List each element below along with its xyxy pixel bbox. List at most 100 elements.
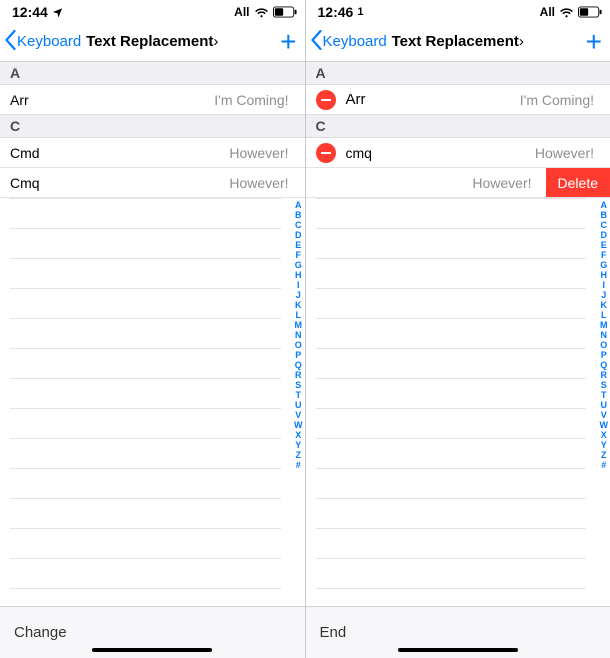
alpha-index-letter[interactable]: B — [600, 210, 609, 220]
phrase-text: However! — [372, 145, 600, 161]
alpha-index[interactable]: ABCDEFGHIJKLMNOPQRSTUVWXYZ# — [600, 200, 609, 470]
alpha-index-letter[interactable]: I — [294, 280, 303, 290]
alpha-index-letter[interactable]: A — [294, 200, 303, 210]
alpha-index-letter[interactable]: I — [600, 280, 609, 290]
section-header-c: C — [306, 115, 610, 138]
back-label: Keyboard — [17, 33, 81, 50]
alpha-index-letter[interactable]: M — [600, 320, 609, 330]
left-pane: 12:44 All Keyboard — [0, 0, 306, 658]
alpha-index-letter[interactable]: O — [294, 340, 303, 350]
list-item[interactable]: Arr I'm Coming! — [0, 85, 305, 115]
alpha-index-letter[interactable]: X — [600, 430, 609, 440]
list-item[interactable]: Cmq However! — [0, 168, 305, 198]
alpha-index[interactable]: ABCDEFGHIJKLMNOPQRSTUVWXYZ# — [294, 200, 303, 470]
alpha-index-letter[interactable]: J — [294, 290, 303, 300]
alpha-index-letter[interactable]: P — [600, 350, 609, 360]
network-label: All — [234, 5, 249, 19]
list-item[interactable]: Arr I'm Coming! — [306, 85, 610, 115]
footer-label[interactable]: Change — [14, 624, 67, 641]
chevron-left-icon — [4, 30, 17, 54]
add-button[interactable]: + — [586, 28, 602, 56]
alpha-index-letter[interactable]: F — [600, 250, 609, 260]
alpha-index-letter[interactable]: C — [600, 220, 609, 230]
alpha-index-letter[interactable]: T — [600, 390, 609, 400]
alpha-index-letter[interactable]: E — [294, 240, 303, 250]
phrase-text: However! — [40, 175, 295, 191]
alpha-index-letter[interactable]: S — [600, 380, 609, 390]
status-left: 12:44 — [12, 4, 63, 20]
alpha-index-letter[interactable]: G — [600, 260, 609, 270]
back-label: Keyboard — [323, 33, 387, 50]
status-time: 12:44 — [12, 4, 48, 20]
shortcut-text: Cmq — [10, 175, 40, 191]
alpha-index-letter[interactable]: P — [294, 350, 303, 360]
status-right: All — [234, 5, 296, 19]
alpha-index-letter[interactable]: H — [600, 270, 609, 280]
alpha-index-letter[interactable]: F — [294, 250, 303, 260]
alpha-index-letter[interactable]: W — [600, 420, 609, 430]
home-indicator[interactable] — [398, 648, 518, 652]
alpha-index-letter[interactable]: U — [294, 400, 303, 410]
alpha-index-letter[interactable]: D — [600, 230, 609, 240]
alpha-index-letter[interactable]: L — [600, 310, 609, 320]
alpha-index-letter[interactable]: K — [294, 300, 303, 310]
phrase-text: I'm Coming! — [29, 92, 295, 108]
footer-label[interactable]: End — [320, 624, 347, 641]
status-time: 12:46 — [318, 4, 354, 20]
alpha-index-letter[interactable]: G — [294, 260, 303, 270]
home-indicator[interactable] — [92, 648, 212, 652]
footer-bar: End — [306, 606, 610, 658]
shortcut-text: Arr — [10, 92, 29, 108]
alpha-index-letter[interactable]: S — [294, 380, 303, 390]
list-item[interactable]: cmq However! — [306, 138, 610, 168]
chevron-left-icon — [310, 30, 323, 54]
alpha-index-letter[interactable]: N — [294, 330, 303, 340]
alpha-index-letter[interactable]: M — [294, 320, 303, 330]
alpha-index-letter[interactable]: R — [294, 370, 303, 380]
status-bar: 12:46 1 All — [306, 0, 610, 22]
alpha-index-letter[interactable]: K — [600, 300, 609, 310]
delete-minus-icon[interactable] — [316, 143, 336, 163]
delete-minus-icon[interactable] — [316, 90, 336, 110]
shortcut-text: Arr — [346, 91, 366, 108]
right-pane: 12:46 1 All Keyboard Text Re — [306, 0, 610, 658]
alpha-index-letter[interactable]: V — [294, 410, 303, 420]
list-item-swiped[interactable]: However! Delete — [306, 168, 610, 198]
empty-list-area — [0, 198, 305, 606]
alpha-index-letter[interactable]: Y — [294, 440, 303, 450]
alpha-index-letter[interactable]: Q — [600, 360, 609, 370]
alpha-index-letter[interactable]: L — [294, 310, 303, 320]
alpha-index-letter[interactable]: J — [600, 290, 609, 300]
alpha-index-letter[interactable]: # — [600, 460, 609, 470]
alpha-index-letter[interactable]: T — [294, 390, 303, 400]
alpha-index-letter[interactable]: N — [600, 330, 609, 340]
alpha-index-letter[interactable]: O — [600, 340, 609, 350]
alpha-index-letter[interactable]: C — [294, 220, 303, 230]
alpha-index-letter[interactable]: Z — [294, 450, 303, 460]
status-indicator: 1 — [357, 6, 363, 18]
battery-icon — [273, 6, 297, 18]
alpha-index-letter[interactable]: E — [600, 240, 609, 250]
location-icon — [52, 7, 63, 18]
add-button[interactable]: + — [280, 28, 296, 56]
alpha-index-letter[interactable]: Q — [294, 360, 303, 370]
alpha-index-letter[interactable]: B — [294, 210, 303, 220]
alpha-index-letter[interactable]: V — [600, 410, 609, 420]
delete-button[interactable]: Delete — [546, 168, 610, 197]
list-item[interactable]: Cmd However! — [0, 138, 305, 168]
alpha-index-letter[interactable]: W — [294, 420, 303, 430]
alpha-index-letter[interactable]: U — [600, 400, 609, 410]
alpha-index-letter[interactable]: X — [294, 430, 303, 440]
back-button[interactable]: Keyboard — [306, 30, 387, 54]
alpha-index-letter[interactable]: Z — [600, 450, 609, 460]
alpha-index-letter[interactable]: H — [294, 270, 303, 280]
network-label: All — [540, 5, 555, 19]
alpha-index-letter[interactable]: D — [294, 230, 303, 240]
alpha-index-letter[interactable]: A — [600, 200, 609, 210]
alpha-index-letter[interactable]: Y — [600, 440, 609, 450]
alpha-index-letter[interactable]: # — [294, 460, 303, 470]
alpha-index-letter[interactable]: R — [600, 370, 609, 380]
nav-bar: Keyboard Text Replacement› + — [306, 22, 610, 62]
back-button[interactable]: Keyboard — [0, 30, 81, 54]
section-header-a: A — [0, 62, 305, 85]
